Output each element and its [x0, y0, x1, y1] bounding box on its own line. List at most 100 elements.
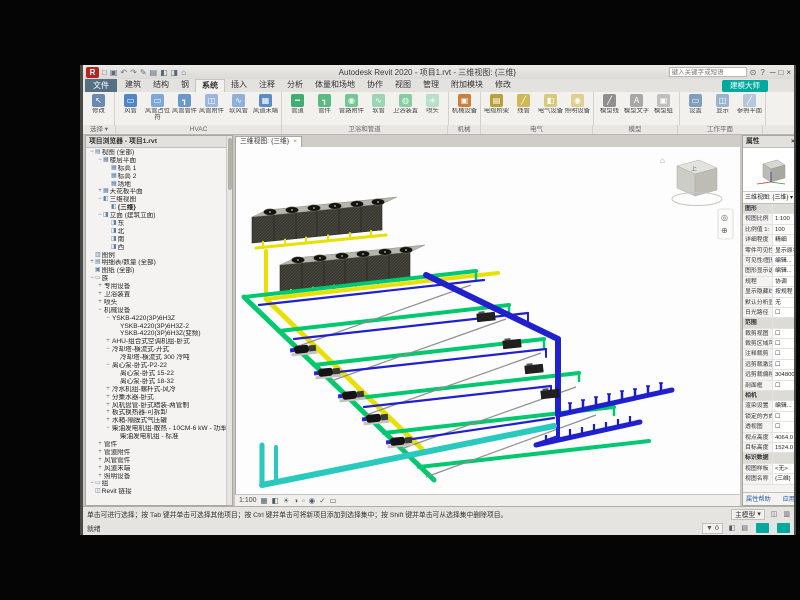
tree-item[interactable]: − 离心泵-卧式-P2-22: [86, 362, 232, 370]
property-row[interactable]: 日光路径☐: [743, 308, 796, 318]
tree-item[interactable]: + 水箱-隔膜式气压罐: [86, 417, 232, 425]
ribbon-tab[interactable]: 分析: [281, 79, 309, 92]
tree-item[interactable]: 离心泵-卧式 18-32: [86, 378, 232, 386]
quick-access-icon[interactable]: ◨: [171, 68, 179, 77]
expand-icon[interactable]: +: [97, 299, 103, 307]
tree-item[interactable]: + AHU-组合式空调机组-卧式: [86, 338, 232, 346]
tree-item[interactable]: YSKB-4220(3P)6H3Z-2: [86, 323, 232, 331]
expand-icon[interactable]: −: [97, 307, 103, 315]
ribbon-button[interactable]: ╱模型线: [596, 93, 623, 115]
selection-filter[interactable]: ▼ 0: [702, 523, 723, 534]
expand-icon[interactable]: +: [97, 457, 103, 465]
scale-button[interactable]: 1:100: [239, 497, 257, 504]
expand-icon[interactable]: +: [105, 409, 111, 417]
zoom-icon[interactable]: ⊕: [721, 226, 728, 235]
tree-item[interactable]: + 板式换热器-可拆卸: [86, 409, 232, 417]
ribbon-button[interactable]: ╱参照平面: [736, 93, 763, 115]
design-options-icon[interactable]: ▥: [783, 510, 790, 518]
view-control-icon[interactable]: ▫: [302, 496, 305, 505]
file-tab[interactable]: 文件: [85, 79, 117, 92]
view-tab[interactable]: 三维视图: {三维}×: [235, 136, 302, 147]
property-row[interactable]: 剖面框☐: [743, 381, 796, 391]
plugin-tab-button[interactable]: 建模大师: [722, 80, 768, 92]
expand-icon[interactable]: −: [105, 315, 111, 323]
tree-item[interactable]: ◨ 西: [86, 244, 232, 252]
property-row[interactable]: 显示隐藏线按规程: [743, 287, 796, 297]
tree-item[interactable]: − ◧ 三维视图: [86, 196, 232, 204]
view-control-icon[interactable]: ✓: [319, 496, 325, 505]
ribbon-button[interactable]: ↖修改: [85, 93, 112, 115]
tree-item[interactable]: ◫ Revit 链接: [86, 488, 232, 496]
ribbon-button[interactable]: ━管道: [284, 93, 311, 115]
property-row[interactable]: 标识数据: [743, 453, 796, 463]
expand-icon[interactable]: +: [97, 473, 103, 481]
drawing-area[interactable]: ⌂ 上 ◎ ⊕: [235, 147, 740, 494]
expand-icon[interactable]: +: [105, 417, 111, 425]
property-row[interactable]: 图形: [743, 204, 796, 214]
tree-item[interactable]: + 分集水器-卧式: [86, 394, 232, 402]
expand-icon[interactable]: −: [105, 346, 111, 354]
expand-icon[interactable]: +: [105, 394, 111, 402]
property-row[interactable]: 渲染设置编辑...: [743, 401, 796, 411]
view-control-icon[interactable]: ▦: [261, 496, 268, 505]
quick-access-icon[interactable]: ↶: [120, 68, 127, 77]
tree-item[interactable]: + 照明设备: [86, 473, 232, 481]
tree-item[interactable]: − 柴油发电机组-散热 - 10CM-6 kW - 功率 - 100-175 C…: [86, 425, 232, 433]
steering-wheel-icon[interactable]: ◎: [721, 213, 728, 222]
tree-item[interactable]: − 机械设备: [86, 307, 232, 315]
ribbon-button[interactable]: ▣机械设备: [451, 93, 478, 115]
ribbon-tab[interactable]: 注释: [253, 79, 281, 92]
property-row[interactable]: 比例值 1:100: [743, 225, 796, 235]
ribbon-button[interactable]: ◧电气设备: [537, 93, 564, 115]
panel-label[interactable]: 机械: [448, 125, 481, 134]
tree-item[interactable]: + 专用设备: [86, 283, 232, 291]
ribbon-button[interactable]: ┓风管管件: [171, 93, 198, 115]
plugin-status-button-2[interactable]: [777, 523, 790, 533]
tree-item[interactable]: 离心泵-卧式 15-22: [86, 370, 232, 378]
ribbon-tab[interactable]: 建筑: [119, 79, 147, 92]
ribbon-button[interactable]: ▣模型组: [650, 93, 677, 115]
ribbon-button[interactable]: ◉照明设备: [564, 93, 591, 115]
ribbon-tab[interactable]: 体量和场地: [309, 79, 361, 92]
select-toggle-icon[interactable]: ◧: [729, 524, 736, 532]
property-row[interactable]: 透视图☐: [743, 422, 796, 432]
property-row[interactable]: 远剪裁偏移304800.0: [743, 370, 796, 380]
navigation-bar[interactable]: ◎ ⊕: [718, 209, 733, 239]
tree-item[interactable]: ▥ 图例: [86, 252, 232, 260]
panel-label[interactable]: 工作平面: [678, 125, 763, 134]
property-row[interactable]: 裁剪区域可见☐: [743, 339, 796, 349]
cooling-tower-bank-1[interactable]: [252, 197, 397, 246]
model-3d-view[interactable]: ⌂ 上 ◎ ⊕: [236, 147, 740, 494]
ribbon-tab[interactable]: 系统: [195, 79, 225, 92]
ribbon-tab[interactable]: 修改: [489, 79, 517, 92]
tree-item[interactable]: ◨ 南: [86, 236, 232, 244]
plugin-status-button-1[interactable]: [756, 523, 769, 533]
ribbon-tab[interactable]: 结构: [147, 79, 175, 92]
property-row[interactable]: 默认分析显示无: [743, 298, 796, 308]
quick-access-icon[interactable]: ✎: [140, 68, 147, 77]
tree-item[interactable]: ▦ 场地: [86, 181, 232, 189]
tree-item[interactable]: ◨ 北: [86, 228, 232, 236]
active-workset-dropdown[interactable]: 主模型▾: [731, 509, 765, 520]
ribbon-button[interactable]: ╱线管: [510, 93, 537, 115]
expand-icon[interactable]: +: [97, 465, 103, 473]
view-control-icon[interactable]: ◉: [309, 496, 316, 505]
ribbon-button[interactable]: ∿软管: [365, 93, 392, 115]
tree-item[interactable]: − YSKB-4220(3P)6H3Z: [86, 315, 232, 323]
panel-label[interactable]: 卫浴和管道: [282, 125, 448, 134]
browser-scrollbar[interactable]: [226, 136, 232, 505]
ribbon-tab[interactable]: 管理: [417, 79, 445, 92]
ribbon-tab[interactable]: 附加模块: [445, 79, 489, 92]
worksharing-icon[interactable]: ◫: [771, 510, 778, 518]
tree-item[interactable]: − 冷却塔-横流式-开式: [86, 346, 232, 354]
ribbon-button[interactable]: ┓管件: [311, 93, 338, 115]
ribbon-button[interactable]: A模型文字: [623, 93, 650, 115]
property-row[interactable]: 视点高度4064.0: [743, 433, 796, 443]
tree-item[interactable]: ▦ 标高 1: [86, 165, 232, 173]
quick-access-icon[interactable]: □: [102, 68, 107, 77]
property-row[interactable]: 可见性/图形编辑...: [743, 256, 796, 266]
ribbon-button[interactable]: ◍卫浴装置: [392, 93, 419, 115]
close-view-icon[interactable]: ×: [293, 137, 297, 147]
ribbon-button[interactable]: ◫显示: [709, 93, 736, 115]
property-row[interactable]: 裁剪视图☐: [743, 329, 796, 339]
